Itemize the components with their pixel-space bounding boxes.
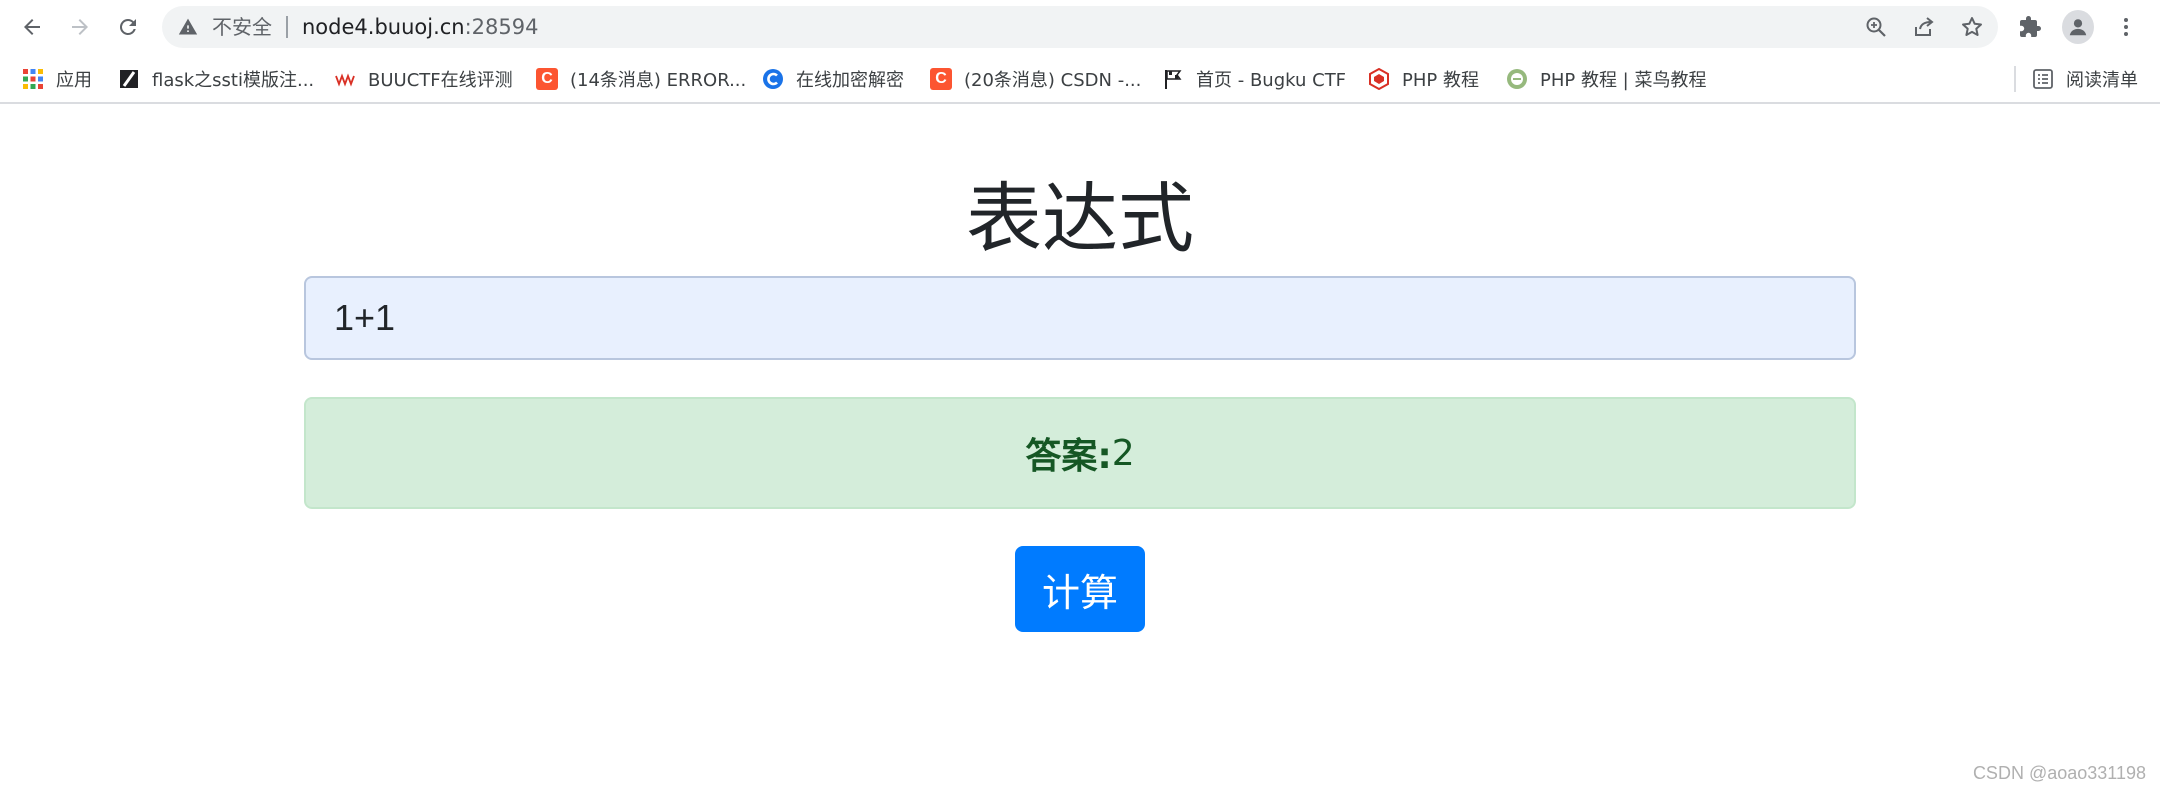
zoom-in-icon[interactable] bbox=[1864, 15, 1888, 39]
reading-list-label: 阅读清单 bbox=[2066, 70, 2138, 91]
bookmark-apps[interactable]: 应用 bbox=[22, 56, 92, 102]
reload-icon bbox=[119, 18, 136, 35]
bookmark-label: (14条消息) ERROR... bbox=[570, 70, 747, 91]
address-bar[interactable]: 不安全 node4.buuoj.cn:28594 bbox=[162, 6, 1998, 48]
arrow-right-icon bbox=[72, 19, 88, 35]
reload-button[interactable] bbox=[112, 11, 144, 43]
bookmark-label: BUUCTF在线评测 bbox=[368, 70, 513, 91]
warning-triangle-icon[interactable] bbox=[178, 17, 198, 37]
bookmark-item[interactable]: PHP 教程 bbox=[1368, 56, 1479, 102]
page-title: 表达式 bbox=[966, 174, 1194, 263]
bookmark-label: 在线加密解密 bbox=[796, 70, 904, 91]
bookmark-label: (20条消息) CSDN -... bbox=[964, 70, 1142, 91]
menu-button[interactable] bbox=[2110, 11, 2142, 43]
answer-label: 答案: bbox=[1025, 436, 1112, 477]
browser-toolbar: 不安全 node4.buuoj.cn:28594 bbox=[0, 0, 2160, 54]
bookmark-item[interactable]: C (14条消息) ERROR... bbox=[536, 56, 746, 102]
forward-button[interactable] bbox=[64, 11, 96, 43]
arrow-left-icon bbox=[24, 19, 40, 35]
url-host: node4.buuoj.cn bbox=[302, 15, 465, 39]
runoob-icon bbox=[1506, 68, 1528, 90]
bookmark-item[interactable]: BUUCTF在线评测 bbox=[334, 56, 513, 102]
php-icon bbox=[1368, 68, 1390, 90]
puzzle-icon bbox=[2020, 16, 2041, 37]
bookmark-item[interactable]: PHP 教程 | 菜鸟教程 bbox=[1506, 56, 1706, 102]
flag-icon bbox=[1162, 68, 1184, 90]
answer-value: 2 bbox=[1111, 432, 1135, 474]
reading-list-icon bbox=[2032, 68, 2054, 90]
extensions-button[interactable] bbox=[2014, 11, 2046, 43]
security-label[interactable]: 不安全 bbox=[212, 6, 272, 48]
csdn-icon: C bbox=[930, 68, 952, 90]
page-content: 表达式 答案:2 计算 CSDN @aoao331198 bbox=[0, 104, 2160, 792]
url-port: :28594 bbox=[464, 15, 539, 39]
bookmark-label: PHP 教程 | 菜鸟教程 bbox=[1540, 70, 1707, 91]
csdn-icon: C bbox=[536, 68, 558, 90]
back-button[interactable] bbox=[16, 11, 48, 43]
flask-icon bbox=[118, 68, 140, 90]
bookmark-item[interactable]: 首页 - Bugku CTF bbox=[1162, 56, 1346, 102]
csdn-watermark: CSDN @aoao331198 bbox=[1972, 763, 2146, 783]
crypto-icon bbox=[762, 68, 784, 90]
bookmarks-divider bbox=[2014, 66, 2016, 92]
kebab-menu-icon bbox=[2124, 18, 2128, 36]
address-separator bbox=[286, 16, 288, 38]
bookmark-label: 应用 bbox=[56, 70, 92, 91]
expression-input[interactable] bbox=[304, 276, 1856, 360]
avatar-icon bbox=[2062, 10, 2094, 44]
buuctf-icon bbox=[334, 68, 356, 90]
bookmark-item[interactable]: 在线加密解密 bbox=[762, 56, 904, 102]
star-icon[interactable] bbox=[1960, 15, 1984, 39]
answer-alert: 答案: 2 bbox=[304, 397, 1856, 509]
bookmarks-bar: 应用 flask之ssti模版注... BUUCTF在线评测 C (14条消息)… bbox=[0, 56, 2160, 104]
share-icon[interactable] bbox=[1912, 15, 1936, 39]
bookmark-label: 首页 - Bugku CTF bbox=[1196, 70, 1347, 91]
reading-list-button[interactable]: 阅读清单 bbox=[2032, 56, 2138, 102]
url-text[interactable]: node4.buuoj.cn:28594 bbox=[302, 6, 539, 48]
bookmark-item[interactable]: C (20条消息) CSDN -... bbox=[930, 56, 1141, 102]
calculate-button[interactable]: 计算 bbox=[1015, 546, 1145, 632]
bookmark-item[interactable]: flask之ssti模版注... bbox=[118, 56, 314, 102]
apps-grid-icon bbox=[22, 68, 44, 90]
profile-button[interactable] bbox=[2062, 10, 2094, 44]
bookmark-label: flask之ssti模版注... bbox=[152, 70, 315, 91]
bookmark-label: PHP 教程 bbox=[1402, 70, 1479, 91]
